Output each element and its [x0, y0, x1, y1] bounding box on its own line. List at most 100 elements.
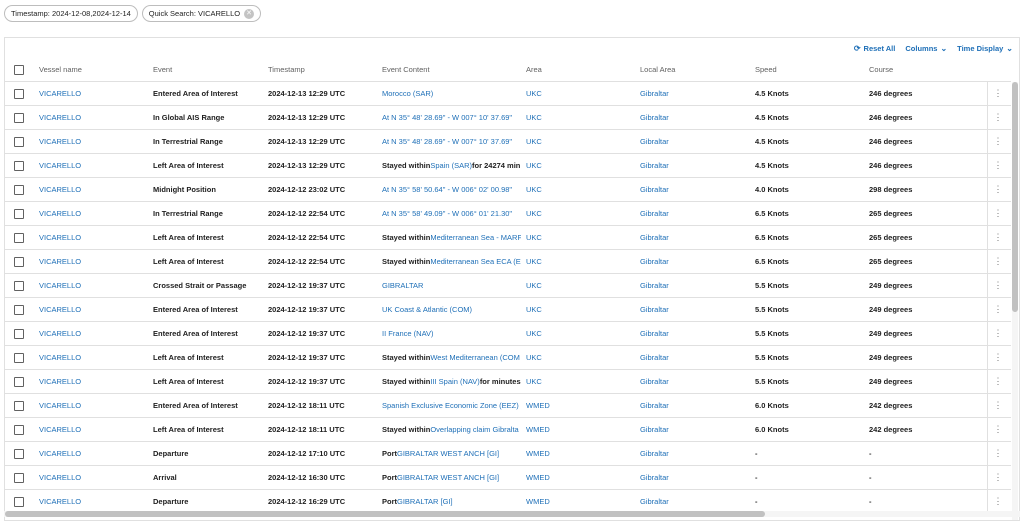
column-header-area[interactable]: Area	[526, 58, 631, 81]
row-more-icon[interactable]: ⋮	[987, 82, 1008, 105]
row-checkbox[interactable]	[11, 202, 27, 225]
row-checkbox[interactable]	[11, 106, 27, 129]
timestamp-filter-chip[interactable]: Timestamp: 2024-12-08,2024-12-14	[4, 5, 138, 22]
local-area-link[interactable]: Gibraltar	[640, 466, 745, 489]
vessel-name-link[interactable]: VICARELLO	[39, 274, 144, 297]
local-area-link[interactable]: Gibraltar	[640, 274, 745, 297]
column-header-event-content[interactable]: Event Content	[382, 58, 521, 81]
local-area-link[interactable]: Gibraltar	[640, 202, 745, 225]
area-link[interactable]: UKC	[526, 274, 631, 297]
row-more-icon[interactable]: ⋮	[987, 202, 1008, 225]
table-row[interactable]: VICARELLO Left Area of Interest 2024-12-12…	[5, 346, 1011, 370]
event-content-link[interactable]: III Spain (NAV)	[430, 377, 479, 386]
close-circle-icon[interactable]: ✕	[244, 8, 255, 19]
vessel-name-link[interactable]: VICARELLO	[39, 130, 144, 153]
event-content-link[interactable]: Morocco (SAR)	[382, 89, 433, 98]
area-link[interactable]: WMED	[526, 466, 631, 489]
local-area-link[interactable]: Gibraltar	[640, 322, 745, 345]
row-checkbox[interactable]	[11, 130, 27, 153]
time-display-button[interactable]: Time Display ⌄	[957, 44, 1013, 53]
area-link[interactable]: UKC	[526, 226, 631, 249]
row-checkbox[interactable]	[11, 154, 27, 177]
vessel-name-link[interactable]: VICARELLO	[39, 82, 144, 105]
table-row[interactable]: VICARELLO Entered Area of Interest 2024-12…	[5, 82, 1011, 106]
row-more-icon[interactable]: ⋮	[987, 466, 1008, 489]
area-link[interactable]: UKC	[526, 178, 631, 201]
select-all-checkbox[interactable]	[11, 58, 27, 81]
local-area-link[interactable]: Gibraltar	[640, 298, 745, 321]
event-content-link[interactable]: At N 35° 48' 28.69" - W 007° 10' 37.69"	[382, 113, 512, 122]
table-row[interactable]: VICARELLO Left Area of Interest 2024-12-12…	[5, 250, 1011, 274]
vessel-name-link[interactable]: VICARELLO	[39, 418, 144, 441]
table-row[interactable]: VICARELLO Departure 2024-12-12 17:10 UTC Po…	[5, 442, 1011, 466]
row-more-icon[interactable]: ⋮	[987, 250, 1008, 273]
row-checkbox[interactable]	[11, 82, 27, 105]
event-content-link[interactable]: GIBRALTAR [GI]	[397, 497, 453, 506]
row-more-icon[interactable]: ⋮	[987, 490, 1008, 513]
event-content-link[interactable]: UK Coast & Atlantic (COM)	[382, 305, 472, 314]
local-area-link[interactable]: Gibraltar	[640, 370, 745, 393]
column-header-timestamp[interactable]: Timestamp	[268, 58, 378, 81]
row-more-icon[interactable]: ⋮	[987, 226, 1008, 249]
area-link[interactable]: WMED	[526, 394, 631, 417]
area-link[interactable]: UKC	[526, 250, 631, 273]
event-content-link[interactable]: GIBRALTAR WEST ANCH [GI]	[397, 449, 499, 458]
columns-button[interactable]: Columns ⌄	[905, 44, 947, 53]
area-link[interactable]: UKC	[526, 346, 631, 369]
row-checkbox[interactable]	[11, 250, 27, 273]
local-area-link[interactable]: Gibraltar	[640, 442, 745, 465]
event-content-link[interactable]: GIBRALTAR WEST ANCH [GI]	[397, 473, 499, 482]
row-checkbox[interactable]	[11, 370, 27, 393]
event-content-link[interactable]: West Mediterranean (COM	[430, 353, 519, 362]
row-more-icon[interactable]: ⋮	[987, 298, 1008, 321]
area-link[interactable]: UKC	[526, 82, 631, 105]
table-row[interactable]: VICARELLO In Global AIS Range 2024-12-13 1…	[5, 106, 1011, 130]
row-checkbox[interactable]	[11, 442, 27, 465]
local-area-link[interactable]: Gibraltar	[640, 178, 745, 201]
row-checkbox[interactable]	[11, 466, 27, 489]
local-area-link[interactable]: Gibraltar	[640, 82, 745, 105]
row-more-icon[interactable]: ⋮	[987, 274, 1008, 297]
column-header-vessel[interactable]: Vessel name	[39, 58, 144, 81]
vessel-name-link[interactable]: VICARELLO	[39, 106, 144, 129]
vessel-name-link[interactable]: VICARELLO	[39, 250, 144, 273]
vessel-name-link[interactable]: VICARELLO	[39, 394, 144, 417]
area-link[interactable]: UKC	[526, 202, 631, 225]
row-checkbox[interactable]	[11, 298, 27, 321]
local-area-link[interactable]: Gibraltar	[640, 394, 745, 417]
local-area-link[interactable]: Gibraltar	[640, 250, 745, 273]
area-link[interactable]: UKC	[526, 154, 631, 177]
vessel-name-link[interactable]: VICARELLO	[39, 178, 144, 201]
table-row[interactable]: VICARELLO Left Area of Interest 2024-12-13…	[5, 154, 1011, 178]
vessel-name-link[interactable]: VICARELLO	[39, 298, 144, 321]
row-more-icon[interactable]: ⋮	[987, 322, 1008, 345]
local-area-link[interactable]: Gibraltar	[640, 418, 745, 441]
local-area-link[interactable]: Gibraltar	[640, 490, 745, 513]
area-link[interactable]: WMED	[526, 418, 631, 441]
local-area-link[interactable]: Gibraltar	[640, 106, 745, 129]
column-header-course[interactable]: Course	[869, 58, 974, 81]
area-link[interactable]: UKC	[526, 106, 631, 129]
area-link[interactable]: WMED	[526, 490, 631, 513]
vessel-name-link[interactable]: VICARELLO	[39, 202, 144, 225]
table-row[interactable]: VICARELLO In Terrestrial Range 2024-12-12 …	[5, 202, 1011, 226]
area-link[interactable]: UKC	[526, 370, 631, 393]
vessel-name-link[interactable]: VICARELLO	[39, 490, 144, 513]
vessel-name-link[interactable]: VICARELLO	[39, 466, 144, 489]
event-content-link[interactable]: Spain (SAR)	[430, 161, 472, 170]
vessel-name-link[interactable]: VICARELLO	[39, 154, 144, 177]
horizontal-scrollbar-thumb[interactable]	[5, 511, 765, 517]
row-more-icon[interactable]: ⋮	[987, 346, 1008, 369]
row-more-icon[interactable]: ⋮	[987, 130, 1008, 153]
event-content-link[interactable]: GIBRALTAR	[382, 281, 423, 290]
vessel-name-link[interactable]: VICARELLO	[39, 442, 144, 465]
table-row[interactable]: VICARELLO Left Area of Interest 2024-12-12…	[5, 226, 1011, 250]
event-content-link[interactable]: Spanish Exclusive Economic Zone (EEZ)	[382, 401, 519, 410]
row-more-icon[interactable]: ⋮	[987, 442, 1008, 465]
row-more-icon[interactable]: ⋮	[987, 370, 1008, 393]
row-checkbox[interactable]	[11, 226, 27, 249]
row-more-icon[interactable]: ⋮	[987, 418, 1008, 441]
vessel-name-link[interactable]: VICARELLO	[39, 322, 144, 345]
table-row[interactable]: VICARELLO Arrival 2024-12-12 16:30 UTC Port…	[5, 466, 1011, 490]
table-row[interactable]: VICARELLO Entered Area of Interest 2024-12…	[5, 394, 1011, 418]
